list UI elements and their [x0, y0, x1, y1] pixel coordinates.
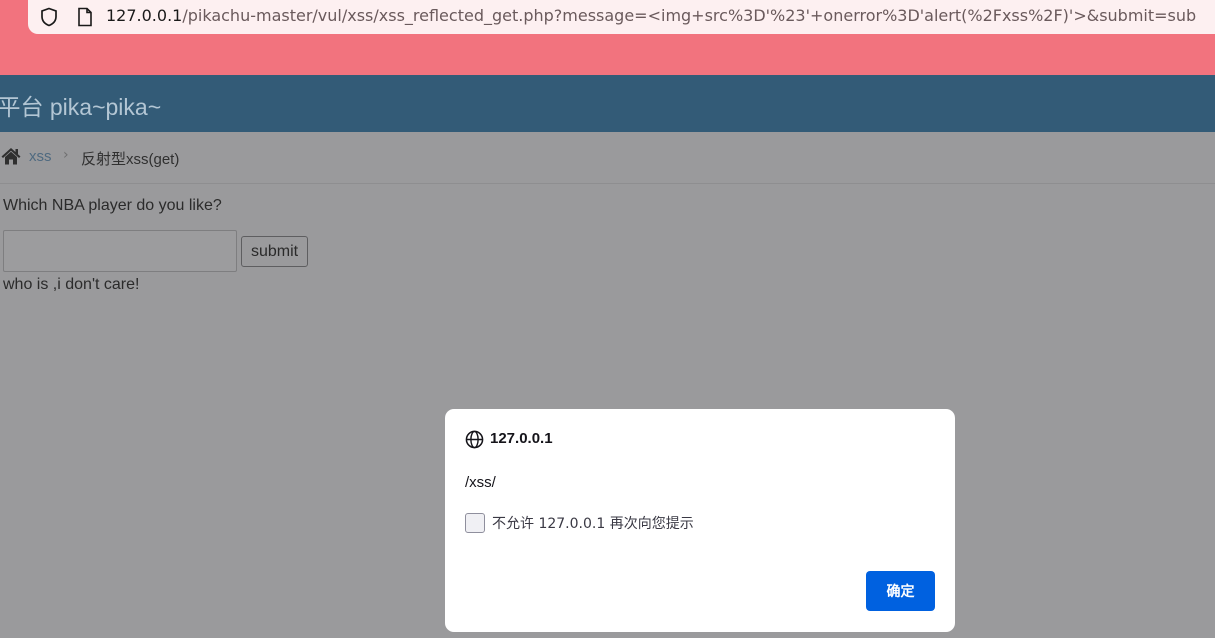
address-bar[interactable]: 127.0.0.1/pikachu-master/vul/xss/xss_ref…: [28, 0, 1215, 34]
site-title: J平台 pika~pika~: [0, 94, 162, 120]
ok-button[interactable]: 确定: [866, 571, 935, 611]
breadcrumb: [0, 132, 1215, 184]
message-input[interactable]: [3, 230, 237, 272]
result-text: who is ,i don't care!: [3, 276, 140, 293]
site-header: J平台 pika~pika~: [0, 75, 1215, 132]
question-label: Which NBA player do you like?: [3, 197, 222, 214]
browser-toolbar: 127.0.0.1/pikachu-master/vul/xss/xss_ref…: [0, 0, 1215, 75]
suppress-prompts-label[interactable]: 不允许 127.0.0.1 再次向您提示: [492, 513, 694, 533]
dialog-origin: 127.0.0.1: [490, 430, 553, 447]
page-icon[interactable]: [77, 7, 93, 27]
shield-icon[interactable]: [39, 7, 59, 27]
suppress-prompts-checkbox[interactable]: [465, 513, 485, 533]
home-icon[interactable]: [1, 147, 21, 165]
url-path: /pikachu-master/vul/xss/xss_reflected_ge…: [182, 6, 1197, 25]
breadcrumb-link-xss[interactable]: xss: [29, 148, 52, 165]
dialog-message: /xss/: [465, 474, 496, 491]
breadcrumb-separator: ›: [63, 147, 69, 163]
submit-button[interactable]: submit: [241, 236, 308, 267]
url-text[interactable]: 127.0.0.1/pikachu-master/vul/xss/xss_ref…: [106, 6, 1196, 25]
alert-dialog: 127.0.0.1 /xss/ 不允许 127.0.0.1 再次向您提示 确定: [445, 409, 955, 632]
breadcrumb-current: 反射型xss(get): [81, 151, 180, 168]
globe-icon: [465, 430, 484, 449]
url-host: 127.0.0.1: [106, 6, 183, 25]
